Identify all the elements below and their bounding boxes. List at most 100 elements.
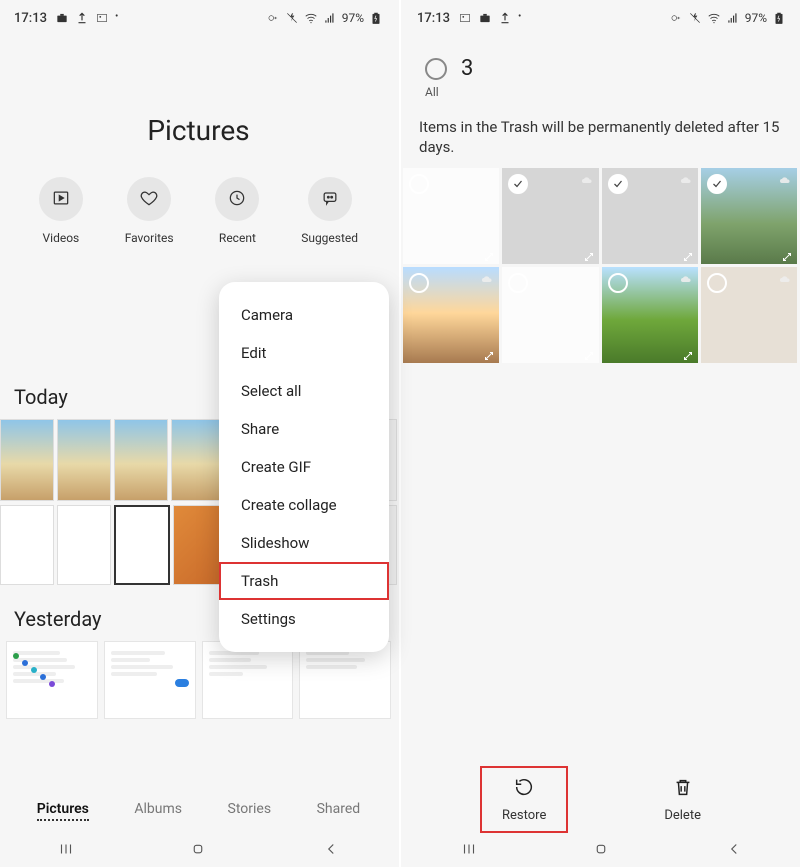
category-label: Videos [43, 231, 80, 245]
menu-select-all[interactable]: Select all [219, 372, 389, 410]
vibrate-icon [285, 11, 299, 25]
trash-message: Items in the Trash will be permanently d… [419, 117, 784, 158]
expand-icon [483, 347, 495, 359]
android-navbar [403, 835, 800, 867]
image-icon [95, 11, 109, 25]
menu-create-collage[interactable]: Create collage [219, 486, 389, 524]
checkbox-icon[interactable] [608, 273, 628, 293]
cloud-icon [777, 271, 793, 283]
trash-thumb[interactable] [701, 267, 797, 363]
menu-create-gif[interactable]: Create GIF [219, 448, 389, 486]
checkbox-icon[interactable] [508, 174, 528, 194]
expand-icon [682, 347, 694, 359]
status-time: 17:13 [14, 11, 47, 26]
category-recent[interactable]: Recent [215, 177, 259, 245]
briefcase-icon [55, 11, 69, 25]
trash-thumb[interactable] [602, 267, 698, 363]
battery-text: 97% [342, 11, 364, 25]
trash-thumb[interactable] [602, 168, 698, 264]
menu-settings[interactable]: Settings [219, 600, 389, 638]
menu-edit[interactable]: Edit [219, 334, 389, 372]
battery-icon [772, 11, 786, 25]
cloud-icon [579, 172, 595, 184]
checkbox-icon[interactable] [608, 174, 628, 194]
more-dot: • [115, 11, 118, 25]
tab-shared[interactable]: Shared [317, 801, 361, 821]
cloud-icon [777, 172, 793, 184]
wifi-icon [707, 11, 721, 25]
tab-albums[interactable]: Albums [134, 801, 182, 821]
android-navbar [0, 835, 397, 867]
battery-text: 97% [745, 11, 767, 25]
chat-icon [320, 188, 340, 211]
expand-icon [682, 248, 694, 260]
wifi-icon [304, 11, 318, 25]
trash-icon [672, 776, 694, 802]
category-label: Favorites [125, 231, 174, 245]
back-icon[interactable] [725, 840, 743, 862]
restore-icon [513, 776, 535, 802]
recents-icon[interactable] [460, 840, 478, 862]
vibrate-icon [688, 11, 702, 25]
briefcase-icon [478, 11, 492, 25]
back-icon[interactable] [322, 840, 340, 862]
menu-camera[interactable]: Camera [219, 296, 389, 334]
delete-label: Delete [664, 808, 701, 823]
statusbar: 17:13 • 97% [403, 0, 800, 36]
category-label: Suggested [301, 231, 358, 245]
tab-stories[interactable]: Stories [228, 801, 272, 821]
expand-icon [583, 347, 595, 359]
menu-trash[interactable]: Trash [219, 562, 389, 600]
phone-right: 17:13 • 97% 3 All Items in the Trash wil… [403, 0, 800, 867]
expand-icon [781, 248, 793, 260]
restore-button[interactable]: Restore [482, 768, 566, 831]
play-icon [51, 188, 71, 211]
clock-icon [227, 188, 247, 211]
trash-thumb[interactable] [403, 267, 499, 363]
cloud-icon [479, 271, 495, 283]
menu-share[interactable]: Share [219, 410, 389, 448]
statusbar: 17:13 • 97% [0, 0, 397, 36]
trash-thumb[interactable] [403, 168, 499, 264]
recents-icon[interactable] [57, 840, 75, 862]
select-all-toggle[interactable] [425, 58, 447, 80]
bottom-tabs: Pictures Albums Stories Shared [0, 791, 397, 831]
checkbox-icon[interactable] [707, 273, 727, 293]
yesterday-row[interactable] [6, 641, 391, 719]
trash-grid [403, 168, 797, 363]
trash-thumb[interactable] [502, 267, 598, 363]
selection-count: 3 [461, 56, 473, 81]
restore-label: Restore [502, 808, 546, 823]
checkbox-icon[interactable] [409, 273, 429, 293]
checkbox-icon[interactable] [707, 174, 727, 194]
checkbox-icon[interactable] [508, 273, 528, 293]
battery-icon [369, 11, 383, 25]
page-title: Pictures [0, 114, 397, 147]
upload-icon [75, 11, 89, 25]
delete-button[interactable]: Delete [644, 768, 721, 831]
home-icon[interactable] [592, 840, 610, 862]
category-suggested[interactable]: Suggested [301, 177, 358, 245]
menu-slideshow[interactable]: Slideshow [219, 524, 389, 562]
category-videos[interactable]: Videos [39, 177, 83, 245]
expand-icon [583, 248, 595, 260]
categories-row: Videos Favorites Recent Suggested [0, 177, 397, 245]
signal-icon [726, 11, 740, 25]
tab-pictures[interactable]: Pictures [37, 801, 89, 821]
heart-icon [139, 188, 159, 211]
trash-thumb[interactable] [701, 168, 797, 264]
more-dot: • [518, 11, 521, 25]
home-icon[interactable] [189, 840, 207, 862]
signal-icon [323, 11, 337, 25]
expand-icon [483, 248, 495, 260]
phone-left: 17:13 • 97% Pictures Videos Favorites [0, 0, 397, 867]
category-favorites[interactable]: Favorites [125, 177, 174, 245]
cloud-icon [678, 172, 694, 184]
vpn-icon [266, 11, 280, 25]
select-all-label: All [425, 85, 800, 99]
trash-thumb[interactable] [502, 168, 598, 264]
checkbox-icon[interactable] [409, 174, 429, 194]
vpn-icon [669, 11, 683, 25]
category-label: Recent [219, 231, 256, 245]
overflow-menu: Camera Edit Select all Share Create GIF … [219, 282, 389, 652]
